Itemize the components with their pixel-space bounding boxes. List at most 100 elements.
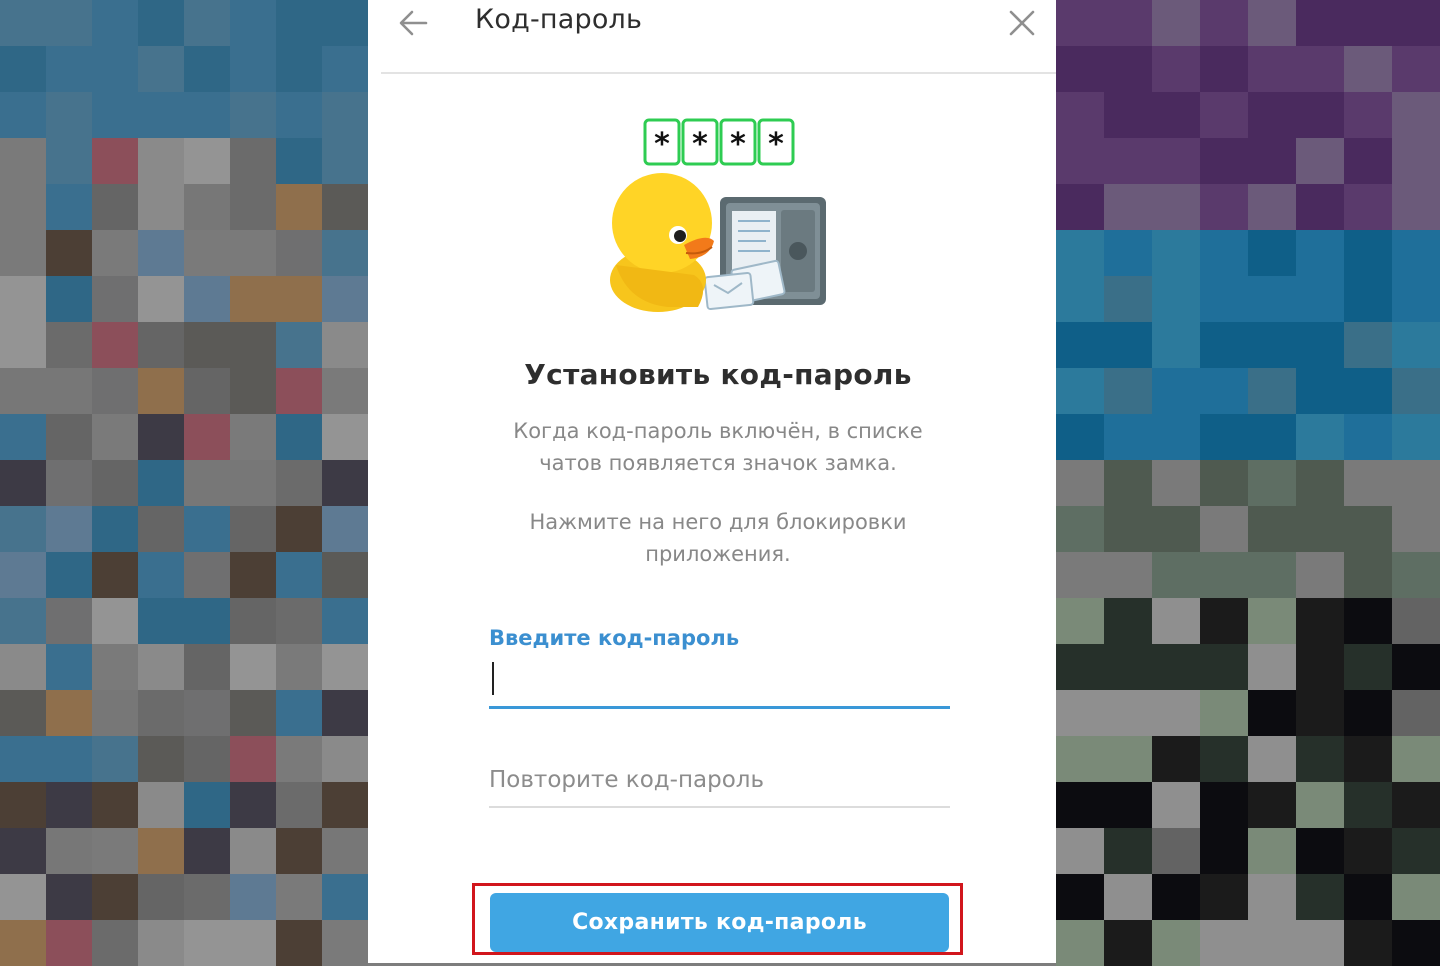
background-tile: [322, 0, 368, 46]
background-tile: [276, 828, 322, 874]
back-button[interactable]: [396, 6, 432, 42]
background-tile: [92, 736, 138, 782]
background-tile: [1248, 552, 1296, 598]
background-tile: [1104, 506, 1152, 552]
background-tile: [230, 368, 276, 414]
background-tile: [1200, 0, 1248, 46]
background-tile: [92, 920, 138, 966]
duck-safe-sticker: * * * *: [610, 118, 826, 312]
background-tile: [1200, 138, 1248, 184]
background-tile: [184, 874, 230, 920]
background-tile: [322, 736, 368, 782]
background-tile: [1152, 690, 1200, 736]
background-tile: [1200, 782, 1248, 828]
background-tile: [1392, 322, 1440, 368]
background-tile: [1104, 46, 1152, 92]
background-tile: [46, 874, 92, 920]
background-tile: [184, 690, 230, 736]
background-tile: [276, 782, 322, 828]
background-tile: [1104, 92, 1152, 138]
background-tile: [1152, 460, 1200, 506]
background-tile: [1344, 0, 1392, 46]
background-tile: [1056, 644, 1104, 690]
background-tile: [0, 46, 46, 92]
background-tile: [1296, 506, 1344, 552]
background-tile: [1344, 460, 1392, 506]
background-tile: [1296, 230, 1344, 276]
background-tile: [1200, 690, 1248, 736]
background-tile: [1056, 46, 1104, 92]
background-tile: [1344, 598, 1392, 644]
background-tile: [1248, 138, 1296, 184]
background-tile: [1392, 874, 1440, 920]
background-tile: [1056, 230, 1104, 276]
background-tile: [1104, 0, 1152, 46]
background-tile: [184, 506, 230, 552]
background-tile: [1344, 276, 1392, 322]
background-tile: [1200, 230, 1248, 276]
arrow-left-icon: [399, 10, 428, 36]
background-tile: [184, 368, 230, 414]
background-tile: [138, 230, 184, 276]
background-tile: [46, 736, 92, 782]
background-tile: [1056, 138, 1104, 184]
background-tile: [184, 414, 230, 460]
save-passcode-button[interactable]: Сохранить код-пароль: [490, 893, 949, 952]
background-tile: [1248, 92, 1296, 138]
background-tile: [1152, 598, 1200, 644]
background-tile: [1152, 368, 1200, 414]
background-tile: [1104, 598, 1152, 644]
background-tile: [1152, 184, 1200, 230]
background-tile: [276, 92, 322, 138]
dialog-header: Код-пароль: [368, 0, 1056, 72]
background-tile: [1392, 184, 1440, 230]
passcode-input[interactable]: [489, 664, 950, 704]
background-tile: [230, 598, 276, 644]
background-tile: [1344, 414, 1392, 460]
background-tile: [46, 322, 92, 368]
pin-mask-3: *: [730, 127, 746, 162]
background-tile: [0, 782, 46, 828]
text-caret: [492, 662, 494, 695]
repeat-passcode-input[interactable]: [489, 758, 950, 802]
background-tile: [1392, 46, 1440, 92]
background-tile: [322, 414, 368, 460]
background-tile: [1248, 184, 1296, 230]
background-tile: [1152, 322, 1200, 368]
background-tile: [1344, 782, 1392, 828]
background-tile: [322, 184, 368, 230]
background-tile: [322, 46, 368, 92]
background-tile: [0, 230, 46, 276]
background-tile: [276, 874, 322, 920]
close-button[interactable]: [1004, 6, 1040, 42]
background-tile: [230, 828, 276, 874]
background-tile: [1344, 920, 1392, 966]
description-lock-app: Нажмите на него для блокировки приложени…: [368, 506, 1068, 570]
background-tile: [184, 460, 230, 506]
background-tile: [46, 690, 92, 736]
background-tile: [1152, 276, 1200, 322]
background-tile: [46, 138, 92, 184]
header-divider: [381, 72, 1056, 74]
background-tile: [1248, 460, 1296, 506]
background-tile: [1104, 276, 1152, 322]
background-tile: [1104, 414, 1152, 460]
background-tile: [1392, 736, 1440, 782]
background-tile: [1152, 828, 1200, 874]
background-tile: [322, 506, 368, 552]
passcode-label: Введите код-пароль: [489, 626, 740, 650]
pin-mask-2: *: [692, 127, 708, 162]
setup-heading: Установить код-пароль: [524, 358, 912, 391]
background-tile: [1056, 0, 1104, 46]
background-tile: [46, 184, 92, 230]
background-tile: [276, 736, 322, 782]
background-tile: [1200, 46, 1248, 92]
background-tile: [92, 0, 138, 46]
safe-icon: [703, 197, 826, 311]
background-tile: [1392, 0, 1440, 46]
background-tile: [276, 322, 322, 368]
background-tile: [138, 782, 184, 828]
background-tile: [1296, 322, 1344, 368]
background-tile: [138, 414, 184, 460]
background-tile: [92, 552, 138, 598]
